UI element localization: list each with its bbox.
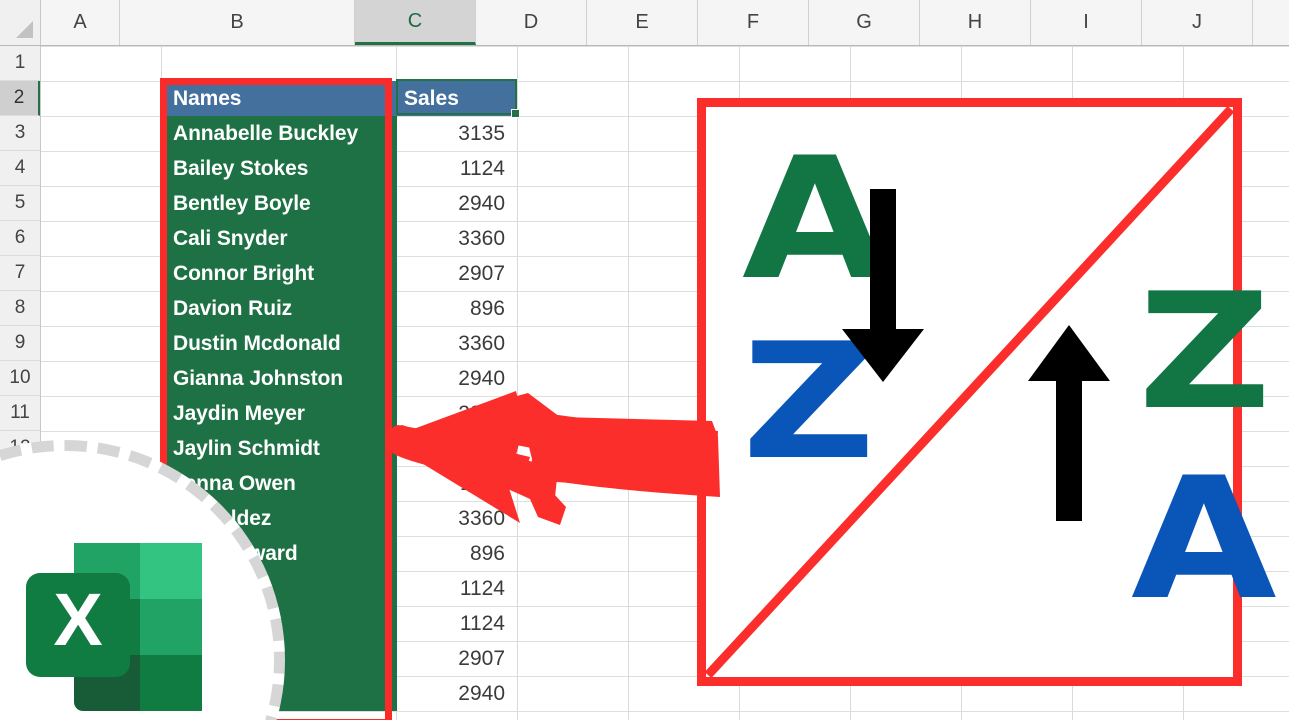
- cell-sales[interactable]: 3135: [397, 116, 517, 151]
- column-header-f[interactable]: F: [698, 0, 809, 45]
- row-header-6[interactable]: 6: [0, 221, 40, 256]
- column-header-bar: ABCDEFGHIJ: [0, 0, 1289, 46]
- cell-sales[interactable]: 2940: [397, 361, 517, 396]
- cell-name[interactable]: Annabelle Buckley: [165, 116, 397, 151]
- cell-name[interactable]: Dustin Mcdonald: [165, 326, 397, 361]
- row-header-9[interactable]: 9: [0, 326, 40, 361]
- cell-sales[interactable]: 896: [397, 291, 517, 326]
- cell-c2-sales-header[interactable]: Sales: [397, 81, 517, 116]
- row-header-3[interactable]: 3: [0, 116, 40, 151]
- cell-sales[interactable]: 1124: [397, 571, 517, 606]
- cell-name[interactable]: Bentley Boyle: [165, 186, 397, 221]
- cell-sales[interactable]: 1124: [397, 606, 517, 641]
- down-arrow-icon: [842, 189, 924, 382]
- svg-text:X: X: [53, 578, 102, 661]
- cell-sales[interactable]: 3360: [397, 326, 517, 361]
- cell-sales[interactable]: 2907: [397, 641, 517, 676]
- column-header-h[interactable]: H: [920, 0, 1031, 45]
- cell-sales[interactable]: 1124: [397, 151, 517, 186]
- up-arrow-icon: [1028, 325, 1110, 521]
- cell-sales[interactable]: 2940: [397, 396, 517, 431]
- excel-logo-icon: X: [26, 543, 202, 711]
- cell-sales[interactable]: 1124: [397, 466, 517, 501]
- cell-name[interactable]: Bailey Stokes: [165, 151, 397, 186]
- cell-sales[interactable]: 896: [397, 536, 517, 571]
- cell-sales[interactable]: 2940: [397, 676, 517, 711]
- cell-name[interactable]: Jaydin Meyer: [165, 396, 397, 431]
- cell-name[interactable]: Davion Ruiz: [165, 291, 397, 326]
- column-header-e[interactable]: E: [587, 0, 698, 45]
- row-header-11[interactable]: 11: [0, 396, 40, 431]
- cell-name[interactable]: Cali Snyder: [165, 221, 397, 256]
- cell-sales[interactable]: 3360: [397, 221, 517, 256]
- cell-name[interactable]: Gianna Johnston: [165, 361, 397, 396]
- letter-a-blue: A: [1131, 441, 1277, 637]
- excel-spreadsheet-screenshot: Names Sales Annabelle Buckley 3135 Bailey St…: [0, 0, 1289, 720]
- row-header-2[interactable]: 2: [0, 81, 40, 116]
- row-header-8[interactable]: 8: [0, 291, 40, 326]
- select-all-triangle-icon: [16, 21, 33, 38]
- column-header-c[interactable]: C: [355, 0, 476, 45]
- column-header-i[interactable]: I: [1031, 0, 1142, 45]
- cell-sales[interactable]: 3360: [397, 501, 517, 536]
- row-header-4[interactable]: 4: [0, 151, 40, 186]
- row-header-7[interactable]: 7: [0, 256, 40, 291]
- cell-name[interactable]: Connor Bright: [165, 256, 397, 291]
- cell-sales[interactable]: 2940: [397, 186, 517, 221]
- column-header-d[interactable]: D: [476, 0, 587, 45]
- row-header-1[interactable]: 1: [0, 46, 40, 81]
- cell-b2-names-header[interactable]: Names: [165, 81, 397, 116]
- select-all-button[interactable]: [0, 0, 41, 45]
- column-header-g[interactable]: G: [809, 0, 920, 45]
- cell-name[interactable]: Jaylin Schmidt: [165, 431, 397, 466]
- column-header-b[interactable]: B: [120, 0, 355, 45]
- sort-order-diagram: A Z Z A: [697, 98, 1277, 686]
- letter-z-green: Z: [1138, 258, 1272, 445]
- column-header-a[interactable]: A: [41, 0, 120, 45]
- cell-sales[interactable]: 2907: [397, 256, 517, 291]
- cell-sales[interactable]: 2907: [397, 431, 517, 466]
- column-header-j[interactable]: J: [1142, 0, 1253, 45]
- row-header-5[interactable]: 5: [0, 186, 40, 221]
- row-header-10[interactable]: 10: [0, 361, 40, 396]
